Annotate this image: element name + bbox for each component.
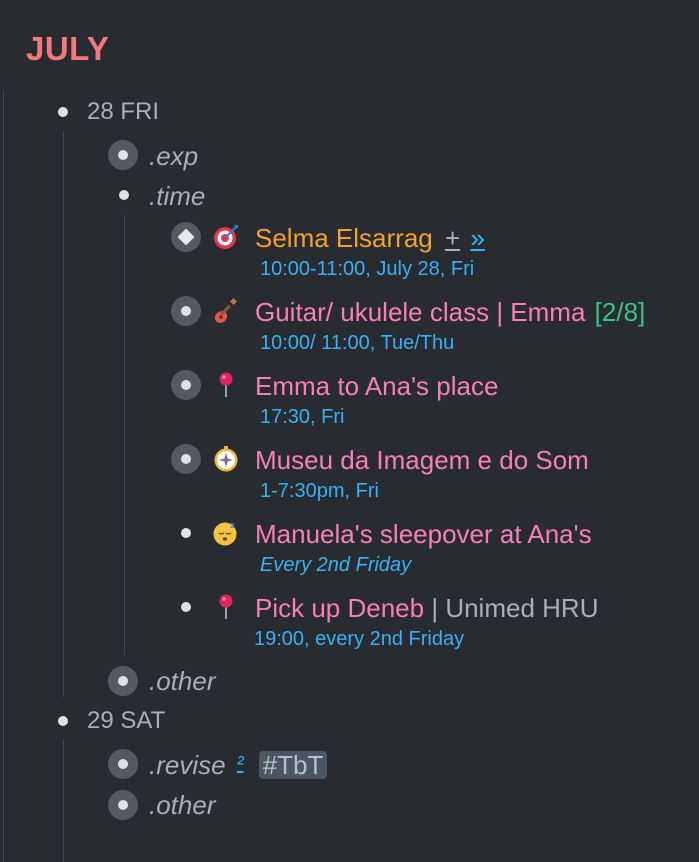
collapsed-section-bullet[interactable] bbox=[108, 749, 138, 779]
section-bullet[interactable] bbox=[119, 190, 129, 200]
outline-guide-root bbox=[3, 90, 4, 862]
event-bullet-collapsed[interactable] bbox=[171, 222, 201, 252]
progress-counter: [2/8] bbox=[594, 297, 646, 327]
event-bullet[interactable] bbox=[181, 602, 191, 612]
event-bullet-collapsed[interactable] bbox=[171, 370, 201, 400]
tag-tbt[interactable]: #TbT bbox=[258, 751, 328, 779]
event-bullet-collapsed[interactable] bbox=[171, 444, 201, 474]
event-detail: 17:30, Fri bbox=[260, 406, 345, 428]
guitar-icon bbox=[214, 298, 238, 323]
day-label-29-sat[interactable]: 29 SAT bbox=[87, 709, 165, 733]
sleeping-face-icon: z bbox=[213, 521, 237, 546]
compass-icon bbox=[214, 446, 238, 472]
collapsed-section-bullet[interactable] bbox=[108, 140, 138, 170]
page-title: JULY bbox=[26, 30, 110, 67]
reference-count-link[interactable]: ² bbox=[237, 753, 244, 775]
collapsed-section-bullet[interactable] bbox=[108, 790, 138, 820]
event-title[interactable]: Selma Elsarrag + » bbox=[255, 225, 485, 251]
event-detail: 19:00, every 2nd Friday bbox=[254, 628, 465, 650]
section-exp[interactable]: .exp bbox=[149, 143, 198, 169]
event-detail: 10:00-11:00, July 28, Fri bbox=[260, 258, 475, 280]
dart-target-icon bbox=[214, 225, 238, 249]
day-bullet[interactable] bbox=[58, 716, 68, 726]
event-bullet[interactable] bbox=[181, 528, 191, 538]
event-title[interactable]: Museu da Imagem e do Som bbox=[255, 447, 589, 473]
event-title[interactable]: Manuela's sleepover at Ana's bbox=[255, 521, 592, 547]
svg-text:z: z bbox=[230, 521, 235, 530]
outline-guide-time bbox=[124, 215, 125, 655]
outline-guide-day2 bbox=[63, 740, 64, 862]
section-other[interactable]: .other bbox=[149, 668, 216, 694]
collapsed-section-bullet[interactable] bbox=[108, 666, 138, 696]
section-other[interactable]: .other bbox=[149, 792, 216, 818]
event-detail: Every 2nd Friday bbox=[260, 554, 412, 576]
event-title[interactable]: Emma to Ana's place bbox=[255, 373, 498, 399]
section-revise-label[interactable]: .revise bbox=[149, 750, 226, 780]
event-bullet-collapsed[interactable] bbox=[171, 296, 201, 326]
section-revise[interactable]: .revise ² #TbT bbox=[149, 750, 328, 780]
event-detail: 10:00/ 11:00, Tue/Thu bbox=[260, 332, 455, 354]
event-title-suffix: | Unimed HRU bbox=[431, 593, 599, 623]
section-time[interactable]: .time bbox=[149, 183, 205, 209]
round-pushpin-icon bbox=[219, 372, 233, 397]
event-title-text[interactable]: Guitar/ ukulele class | Emma bbox=[255, 297, 585, 327]
event-title[interactable]: Pick up Deneb | Unimed HRU bbox=[255, 595, 598, 621]
event-title-text[interactable]: Pick up Deneb bbox=[255, 593, 424, 623]
day-bullet[interactable] bbox=[58, 107, 68, 117]
round-pushpin-icon bbox=[219, 594, 233, 619]
outline-guide-day1 bbox=[63, 132, 64, 697]
day-label-28-fri[interactable]: 28 FRI bbox=[87, 100, 159, 124]
more-link[interactable]: » bbox=[470, 223, 484, 253]
add-link[interactable]: + bbox=[445, 223, 460, 253]
event-title[interactable]: Guitar/ ukulele class | Emma [2/8] bbox=[255, 299, 645, 325]
event-title-text[interactable]: Selma Elsarrag bbox=[255, 223, 433, 253]
event-detail: 1-7:30pm, Fri bbox=[260, 480, 379, 502]
